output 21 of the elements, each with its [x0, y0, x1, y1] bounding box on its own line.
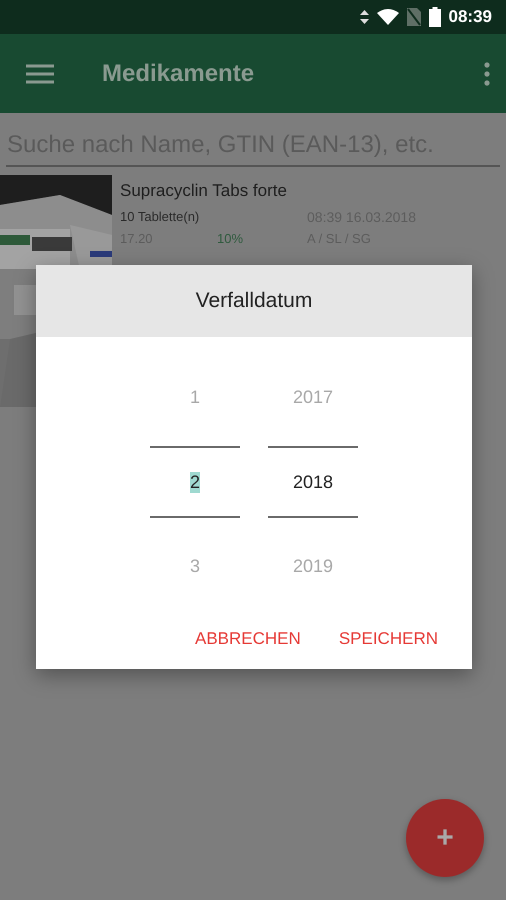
- data-arrows-icon: [360, 10, 369, 24]
- more-options-icon[interactable]: [484, 62, 490, 86]
- picker-value[interactable]: 2017: [292, 387, 334, 408]
- dialog-title: Verfalldatum: [196, 289, 312, 313]
- battery-icon: [428, 7, 441, 27]
- wifi-icon: [376, 9, 399, 25]
- cancel-button[interactable]: ABBRECHEN: [181, 621, 315, 657]
- picker-value[interactable]: 2019: [292, 556, 334, 577]
- add-button[interactable]: +: [406, 799, 484, 877]
- clock-time: 08:39: [448, 7, 492, 27]
- screen-title: Medikamente: [102, 60, 256, 88]
- selected-value[interactable]: 2018: [292, 472, 334, 492]
- medication-name: Supracyclin Tabs forte: [120, 181, 288, 201]
- menu-icon[interactable]: [26, 64, 54, 84]
- picker-value[interactable]: 1: [190, 387, 200, 408]
- save-button[interactable]: SPEICHERN: [324, 621, 452, 657]
- quantity-text: 10 Tablette(n): [120, 209, 200, 225]
- picker-value[interactable]: 3: [190, 556, 200, 577]
- no-sim-icon: [406, 8, 421, 26]
- percent-text: 10%: [217, 231, 244, 246]
- selected-value[interactable]: 2: [190, 472, 200, 492]
